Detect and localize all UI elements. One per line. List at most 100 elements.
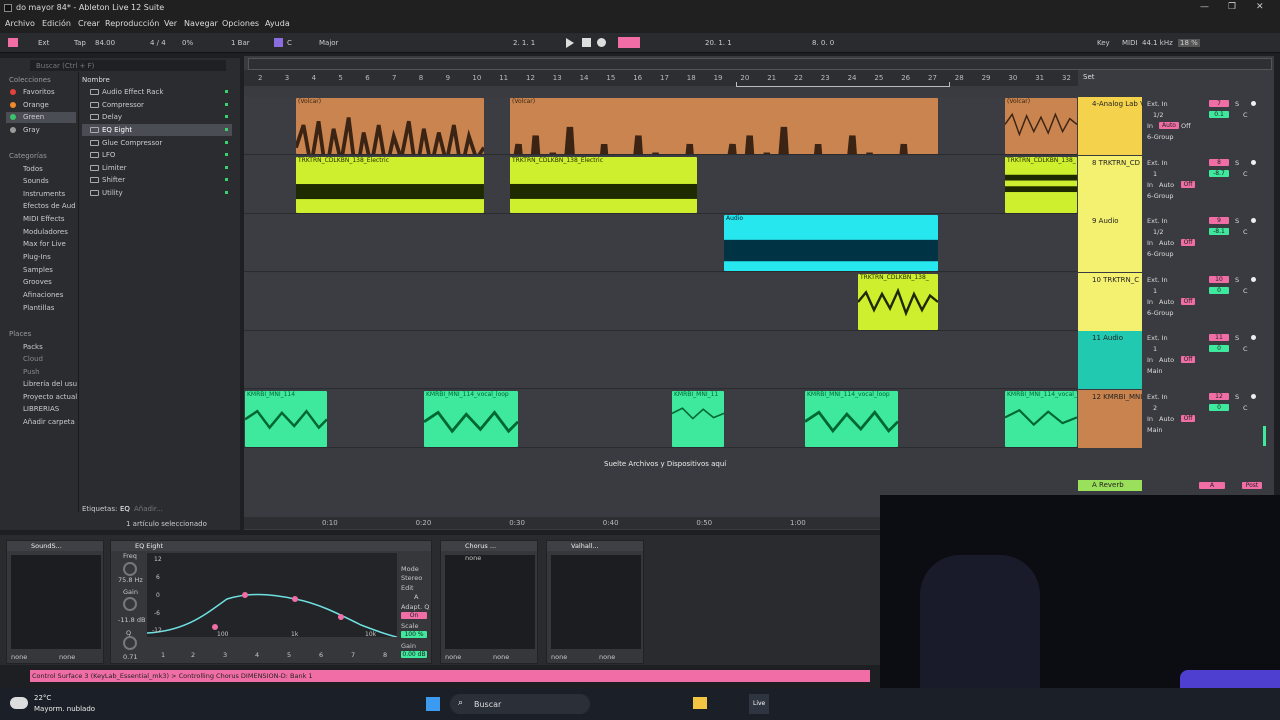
- monitor-auto-button[interactable]: Auto: [1159, 239, 1174, 247]
- key-root-field[interactable]: C: [287, 39, 292, 47]
- menu-edicion[interactable]: Edición: [42, 19, 71, 28]
- output-gain-field[interactable]: 0.00 dB: [401, 651, 427, 658]
- browser-item-eq-eight[interactable]: EQ Eight: [82, 124, 232, 136]
- monitor-in-button[interactable]: In: [1147, 181, 1153, 189]
- band-5-button[interactable]: 5: [287, 651, 291, 659]
- output-select[interactable]: Main: [1147, 426, 1163, 434]
- edit-ab-switch[interactable]: A: [414, 593, 418, 601]
- tempo-field[interactable]: 84.00: [95, 39, 115, 47]
- category-grooves[interactable]: Grooves: [23, 278, 52, 286]
- audio-clip[interactable]: TRKTRN_CDLKBN_138_Electric: [296, 157, 484, 213]
- category-plugins[interactable]: Plug-Ins: [23, 253, 51, 261]
- volume-field[interactable]: -8.1: [1209, 228, 1229, 235]
- monitor-off-button[interactable]: Off: [1181, 239, 1195, 246]
- audio-clip[interactable]: (Volcar): [296, 98, 484, 154]
- macro-select-a[interactable]: none: [445, 653, 461, 661]
- loop-brace[interactable]: [736, 82, 950, 87]
- audio-clip[interactable]: KMRBI_MNI_114_vocal_loop: [805, 391, 898, 447]
- input-channel-select[interactable]: 1/2: [1153, 228, 1163, 236]
- groove-percent-field[interactable]: 0%: [182, 39, 193, 47]
- return-track-header[interactable]: A Reverb: [1078, 480, 1142, 491]
- output-select[interactable]: Main: [1147, 367, 1163, 375]
- audio-clip[interactable]: KMRBI_MNI_11: [672, 391, 724, 447]
- drop-zone-text[interactable]: Suelte Archivos y Dispositivos aquí: [604, 460, 726, 468]
- band-4-button[interactable]: 4: [255, 651, 259, 659]
- menu-navegar[interactable]: Navegar: [184, 19, 218, 28]
- monitor-auto-button[interactable]: Auto: [1159, 298, 1174, 306]
- temperature[interactable]: 22°C: [34, 694, 51, 702]
- input-type-select[interactable]: Ext. In: [1147, 100, 1168, 108]
- category-sounds[interactable]: Sounds: [23, 177, 49, 185]
- freq-knob[interactable]: [123, 562, 137, 576]
- menu-opciones[interactable]: Opciones: [222, 19, 259, 28]
- freq-value[interactable]: 75.8 Hz: [118, 576, 143, 584]
- place-push[interactable]: Push: [23, 368, 40, 376]
- track-header-kmrbi-12[interactable]: 12 KMRBI_MNI: [1078, 390, 1142, 448]
- monitor-off-button[interactable]: Off: [1181, 122, 1191, 130]
- input-type-select[interactable]: Ext. In: [1147, 393, 1168, 401]
- arm-button-icon[interactable]: [1251, 335, 1256, 340]
- macro-select-b[interactable]: none: [493, 653, 509, 661]
- monitor-in-button[interactable]: In: [1147, 122, 1153, 130]
- play-button[interactable]: [566, 38, 574, 48]
- weather-icon[interactable]: [10, 697, 28, 709]
- browser-item-shifter[interactable]: Shifter: [82, 174, 232, 186]
- input-type-select[interactable]: Ext. In: [1147, 276, 1168, 284]
- overview-strip[interactable]: [248, 58, 1272, 70]
- input-channel-select[interactable]: 1: [1153, 170, 1157, 178]
- macro-select-b[interactable]: none: [599, 653, 615, 661]
- browser-item-glue-compressor[interactable]: Glue Compressor: [82, 137, 232, 149]
- band-6-button[interactable]: 6: [319, 651, 323, 659]
- category-max-for-live[interactable]: Max for Live: [23, 240, 66, 248]
- tap-button[interactable]: Tap: [74, 39, 86, 47]
- record-button[interactable]: [597, 38, 606, 47]
- pan-field[interactable]: C: [1243, 345, 1248, 353]
- monitor-auto-button[interactable]: Auto: [1159, 356, 1174, 364]
- device-valhalla[interactable]: Valhall... none none: [546, 540, 644, 664]
- browser-toggle-icon[interactable]: [8, 38, 18, 47]
- volume-field[interactable]: -8.7: [1209, 170, 1229, 177]
- menu-ver[interactable]: Ver: [164, 19, 177, 28]
- return-post-button[interactable]: Post: [1242, 482, 1262, 489]
- audio-clip[interactable]: TRKTRN_CDLKBN_138_: [858, 274, 938, 330]
- close-icon[interactable]: ✕: [1256, 2, 1264, 12]
- pan-field[interactable]: C: [1243, 170, 1248, 178]
- category-todos[interactable]: Todos: [23, 165, 43, 173]
- track-lane-audio-11[interactable]: [244, 331, 1078, 389]
- arrangement-position-field[interactable]: 2. 1. 1: [513, 39, 535, 47]
- input-type-select[interactable]: Ext. In: [1147, 159, 1168, 167]
- category-samples[interactable]: Samples: [23, 266, 53, 274]
- eq-graph[interactable]: 12 6 0 -6 -12 100 1k 10k: [147, 553, 397, 638]
- gain-value[interactable]: -11.8 dB: [118, 616, 145, 624]
- track-header-trktrn-8[interactable]: 8 TRKTRN_CD: [1078, 156, 1142, 214]
- monitor-in-button[interactable]: In: [1147, 415, 1153, 423]
- monitor-off-button[interactable]: Off: [1181, 298, 1195, 305]
- audio-clip[interactable]: TRKTRN_CDLKBN_138_Electric: [510, 157, 697, 213]
- category-instruments[interactable]: Instruments: [23, 190, 65, 198]
- solo-button[interactable]: S: [1235, 159, 1239, 167]
- solo-button[interactable]: S: [1235, 217, 1239, 225]
- monitor-auto-button[interactable]: Auto: [1159, 415, 1174, 423]
- scale-field[interactable]: 100 %: [401, 631, 427, 638]
- gain-knob[interactable]: [123, 597, 137, 611]
- category-midi-effects[interactable]: MIDI Effects: [23, 215, 65, 223]
- input-type-select[interactable]: Ext. In: [1147, 334, 1168, 342]
- q-knob[interactable]: [123, 636, 137, 650]
- device-eq-eight[interactable]: EQ Eight Freq 75.8 Hz Gain -11.8 dB Q 0.…: [110, 540, 432, 664]
- menu-reproduccion[interactable]: Reproducción: [105, 19, 159, 28]
- track-lane-kmrbi-12[interactable]: [244, 390, 1078, 448]
- monitor-auto-button[interactable]: Auto: [1159, 122, 1179, 129]
- loop-start-field[interactable]: 20. 1. 1: [705, 39, 732, 47]
- monitor-off-button[interactable]: Off: [1181, 415, 1195, 422]
- track-activator[interactable]: 11: [1209, 334, 1229, 341]
- return-activator[interactable]: A: [1199, 482, 1225, 489]
- solo-button[interactable]: S: [1235, 334, 1239, 342]
- taskbar-search[interactable]: ⌕ Buscar: [450, 694, 590, 714]
- q-value[interactable]: 0.71: [123, 653, 137, 661]
- windows-start-icon[interactable]: [426, 697, 440, 711]
- pan-field[interactable]: C: [1243, 404, 1248, 412]
- track-activator[interactable]: 8: [1209, 159, 1229, 166]
- solo-button[interactable]: S: [1235, 276, 1239, 284]
- beat-ruler[interactable]: 2 3 4 5 6 7 8 9 10 11 12 13 14 15 16 17 18 19 20 21 22 23 24 25…: [244, 70, 1078, 86]
- volume-field[interactable]: 0: [1209, 287, 1229, 294]
